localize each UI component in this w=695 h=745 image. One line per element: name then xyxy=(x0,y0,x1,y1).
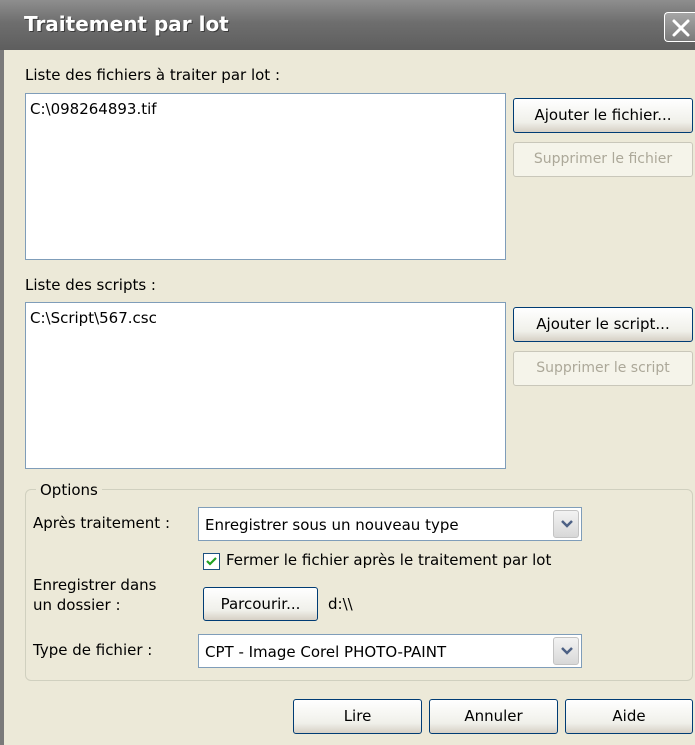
close-file-checkbox[interactable] xyxy=(203,553,220,570)
close-icon xyxy=(672,19,690,37)
chevron-down-icon xyxy=(561,520,573,528)
after-processing-select[interactable]: Enregistrer sous un nouveau type xyxy=(198,507,582,541)
list-item[interactable]: C:\Script\567.csc xyxy=(30,309,501,327)
browse-button[interactable]: Parcourir... xyxy=(203,587,318,621)
save-folder-label-line1: Enregistrer dans xyxy=(33,576,157,594)
add-script-button[interactable]: Ajouter le script... xyxy=(513,307,693,342)
save-folder-label-line2: un dossier : xyxy=(33,596,121,614)
checkmark-icon xyxy=(206,557,217,566)
add-file-button[interactable]: Ajouter le fichier... xyxy=(513,98,693,133)
list-item[interactable]: C:\098264893.tif xyxy=(30,100,501,118)
run-button[interactable]: Lire xyxy=(293,699,422,734)
title-bar[interactable]: Traitement par lot xyxy=(0,0,695,50)
close-button[interactable] xyxy=(664,12,695,42)
remove-file-button[interactable]: Supprimer le fichier xyxy=(513,142,693,177)
close-file-checkbox-label[interactable]: Fermer le fichier après le traitement pa… xyxy=(226,551,551,569)
file-type-label: Type de fichier : xyxy=(33,641,153,659)
cancel-button[interactable]: Annuler xyxy=(429,699,558,734)
scripts-list-label: Liste des scripts : xyxy=(25,276,156,294)
after-processing-label: Après traitement : xyxy=(33,514,170,532)
options-group-title: Options xyxy=(36,481,102,499)
help-button[interactable]: Aide xyxy=(565,699,693,734)
dropdown-button[interactable] xyxy=(553,510,579,538)
file-type-value: CPT - Image Corel PHOTO-PAINT xyxy=(205,643,447,661)
folder-path: d:\\ xyxy=(328,595,353,613)
after-processing-value: Enregistrer sous un nouveau type xyxy=(205,516,459,534)
files-listbox[interactable]: C:\098264893.tif xyxy=(25,93,506,260)
file-type-select[interactable]: CPT - Image Corel PHOTO-PAINT xyxy=(198,634,582,668)
files-list-label: Liste des fichiers à traiter par lot : xyxy=(25,66,281,84)
chevron-down-icon xyxy=(561,647,573,655)
dropdown-button[interactable] xyxy=(553,637,579,665)
scripts-listbox[interactable]: C:\Script\567.csc xyxy=(25,302,506,469)
window-title: Traitement par lot xyxy=(24,12,229,36)
window-border xyxy=(0,50,4,745)
remove-script-button[interactable]: Supprimer le script xyxy=(513,351,693,386)
